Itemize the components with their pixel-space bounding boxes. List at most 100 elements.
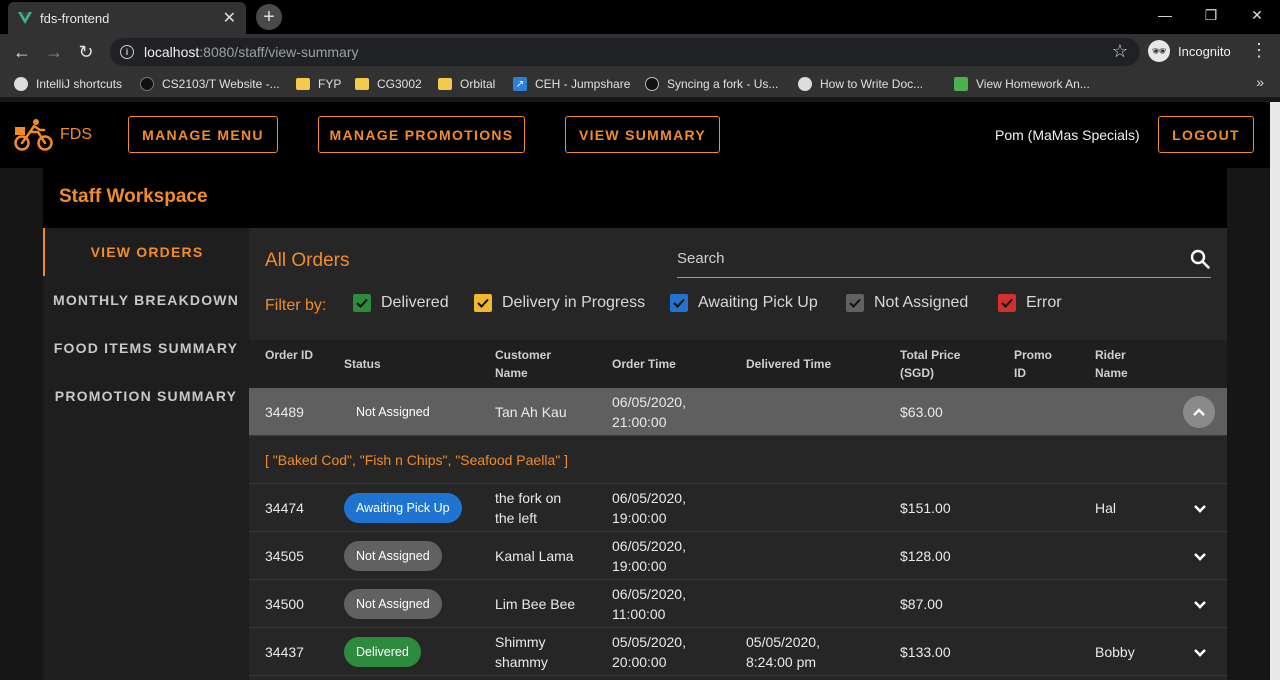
app-bar: FDS MANAGE MENU MANAGE PROMOTIONS VIEW S…: [0, 102, 1270, 168]
forward-icon[interactable]: →: [42, 40, 66, 64]
search-input[interactable]: [677, 250, 1177, 267]
staff-workspace: Staff Workspace VIEW ORDERS MONTHLY BREA…: [43, 168, 1227, 680]
folder-icon: [438, 78, 452, 90]
chevron-down-icon[interactable]: [1190, 546, 1210, 566]
folder-icon: [355, 78, 369, 90]
minimize-icon[interactable]: —: [1142, 0, 1188, 30]
filter-not-assigned[interactable]: Not Assigned: [846, 294, 968, 312]
sidebar-item-view-orders[interactable]: VIEW ORDERS: [43, 228, 249, 276]
table-header: Order ID Status Customer Name Order Time …: [249, 340, 1227, 388]
logo[interactable]: FDS: [14, 118, 92, 152]
site-info-icon[interactable]: i: [120, 45, 134, 59]
cell-customer: the fork on the left: [495, 490, 562, 526]
status-badge: Not Assigned: [356, 405, 430, 419]
back-icon[interactable]: ←: [10, 40, 34, 64]
bookmark-label: CS2103/T Website -...: [162, 77, 280, 91]
browser-menu-icon[interactable]: ⋮: [1250, 40, 1268, 61]
bookmark-star-icon[interactable]: ☆: [1112, 41, 1128, 62]
cell-delivered-time: 05/05/2020, 8:24:00 pm: [746, 634, 820, 670]
browser-tab[interactable]: fds-frontend ✕: [8, 2, 246, 34]
cell-order-time: 06/05/2020, 19:00:00: [612, 538, 686, 574]
bookmark-item[interactable]: Orbital: [438, 70, 495, 98]
checkbox-checked-icon[interactable]: [670, 294, 688, 312]
table-row[interactable]: 34437 Delivered Shimmy shammy 05/05/2020,…: [249, 628, 1227, 676]
collapse-button[interactable]: [1183, 396, 1215, 428]
new-tab-button[interactable]: +: [256, 4, 282, 30]
column-header-customer-name[interactable]: Customer Name: [495, 346, 551, 382]
column-header-total-price[interactable]: Total Price (SGD): [900, 346, 960, 382]
incognito-indicator[interactable]: 🕶 Incognito: [1148, 38, 1231, 64]
brand-name: FDS: [60, 126, 92, 143]
filter-label-delivered: Delivered: [381, 294, 449, 311]
bookmark-item[interactable]: How to Write Doc...: [798, 70, 923, 98]
restore-icon[interactable]: ❐: [1188, 0, 1234, 30]
table-row[interactable]: 34505 Not Assigned Kamal Lama 06/05/2020…: [249, 532, 1227, 580]
manage-menu-button[interactable]: MANAGE MENU: [128, 116, 278, 153]
workspace-header: Staff Workspace: [43, 168, 1227, 228]
cell-order-id: 34437: [265, 644, 304, 660]
chevron-down-icon[interactable]: [1190, 642, 1210, 662]
cell-order-id: 34474: [265, 500, 304, 516]
delivery-bike-icon: [14, 119, 53, 151]
search-field[interactable]: [677, 244, 1211, 278]
cell-customer: Shimmy shammy: [495, 634, 548, 670]
github-icon: [645, 77, 659, 91]
incognito-icon: 🕶: [1148, 40, 1170, 62]
column-header-status[interactable]: Status: [344, 355, 381, 373]
status-badge: Not Assigned: [344, 541, 442, 571]
page-scrollbar[interactable]: [1270, 102, 1280, 680]
view-summary-button[interactable]: VIEW SUMMARY: [565, 116, 720, 153]
checkbox-checked-icon[interactable]: [353, 294, 371, 312]
bookmark-item[interactable]: ↗ CEH - Jumpshare: [513, 70, 630, 98]
close-tab-icon[interactable]: ✕: [223, 8, 236, 28]
filter-label-error: Error: [1026, 294, 1062, 311]
table-row[interactable]: 34489 Not Assigned Tan Ah Kau 06/05/2020…: [249, 388, 1227, 436]
logout-button[interactable]: LOGOUT: [1158, 116, 1254, 153]
globe-icon: [14, 77, 28, 91]
column-header-order-id[interactable]: Order ID: [265, 346, 313, 364]
sidebar-item-monthly-breakdown[interactable]: MONTHLY BREAKDOWN: [43, 276, 249, 324]
bookmark-item[interactable]: CG3002: [355, 70, 422, 98]
chevron-down-icon[interactable]: [1190, 594, 1210, 614]
order-items-detail: [ "Baked Cod", "Fish n Chips", "Seafood …: [249, 436, 1227, 484]
column-header-rider-name[interactable]: Rider Name: [1095, 346, 1128, 382]
filter-awaiting-pick-up[interactable]: Awaiting Pick Up: [670, 294, 818, 312]
search-icon[interactable]: [1189, 248, 1211, 270]
checkbox-checked-icon[interactable]: [474, 294, 492, 312]
close-window-icon[interactable]: ✕: [1234, 0, 1280, 30]
cell-price: $151.00: [900, 500, 951, 516]
bookmark-item[interactable]: FYP: [296, 70, 341, 98]
bookmark-item[interactable]: View Homework An...: [954, 70, 1090, 98]
filter-delivered[interactable]: Delivered: [353, 294, 449, 312]
bookmark-item[interactable]: Syncing a fork - Us...: [645, 70, 778, 98]
tab-title: fds-frontend: [40, 10, 110, 26]
address-bar[interactable]: i localhost:8080/staff/view-summary ☆: [110, 38, 1140, 66]
table-row[interactable]: 34500 Not Assigned Lim Bee Bee 06/05/202…: [249, 580, 1227, 628]
checkbox-checked-icon[interactable]: [998, 294, 1016, 312]
bookmark-label: CG3002: [377, 77, 422, 91]
chevron-down-icon[interactable]: [1190, 498, 1210, 518]
filter-label-awaiting-pick-up: Awaiting Pick Up: [698, 294, 818, 311]
cell-price: $87.00: [900, 596, 943, 612]
column-header-promo-id[interactable]: Promo ID: [1014, 346, 1052, 382]
checkbox-checked-icon[interactable]: [846, 294, 864, 312]
bookmark-item[interactable]: CS2103/T Website -...: [140, 70, 280, 98]
sidebar-item-food-items-summary[interactable]: FOOD ITEMS SUMMARY: [43, 324, 249, 372]
filter-delivery-in-progress[interactable]: Delivery in Progress: [474, 294, 645, 312]
table-row[interactable]: 34474 Awaiting Pick Up the fork on the le…: [249, 484, 1227, 532]
status-badge: Not Assigned: [344, 589, 442, 619]
filter-error[interactable]: Error: [998, 294, 1062, 312]
status-badge: Awaiting Pick Up: [344, 493, 462, 523]
more-bookmarks-icon[interactable]: »: [1256, 74, 1264, 90]
reload-icon[interactable]: ↻: [74, 40, 98, 64]
sidebar-item-promotion-summary[interactable]: PROMOTION SUMMARY: [43, 372, 249, 420]
order-items-text: [ "Baked Cod", "Fish n Chips", "Seafood …: [265, 452, 568, 468]
cell-order-id: 34489: [265, 404, 304, 420]
sidebar: VIEW ORDERS MONTHLY BREAKDOWN FOOD ITEMS…: [43, 228, 249, 680]
cell-order-time: 05/05/2020, 20:00:00: [612, 634, 686, 670]
column-header-delivered-time[interactable]: Delivered Time: [746, 355, 831, 373]
manage-promotions-button[interactable]: MANAGE PROMOTIONS: [318, 116, 525, 153]
column-header-order-time[interactable]: Order Time: [612, 355, 676, 373]
url-path: :8080/staff/view-summary: [199, 44, 359, 60]
bookmark-item[interactable]: IntelliJ shortcuts: [14, 70, 122, 98]
